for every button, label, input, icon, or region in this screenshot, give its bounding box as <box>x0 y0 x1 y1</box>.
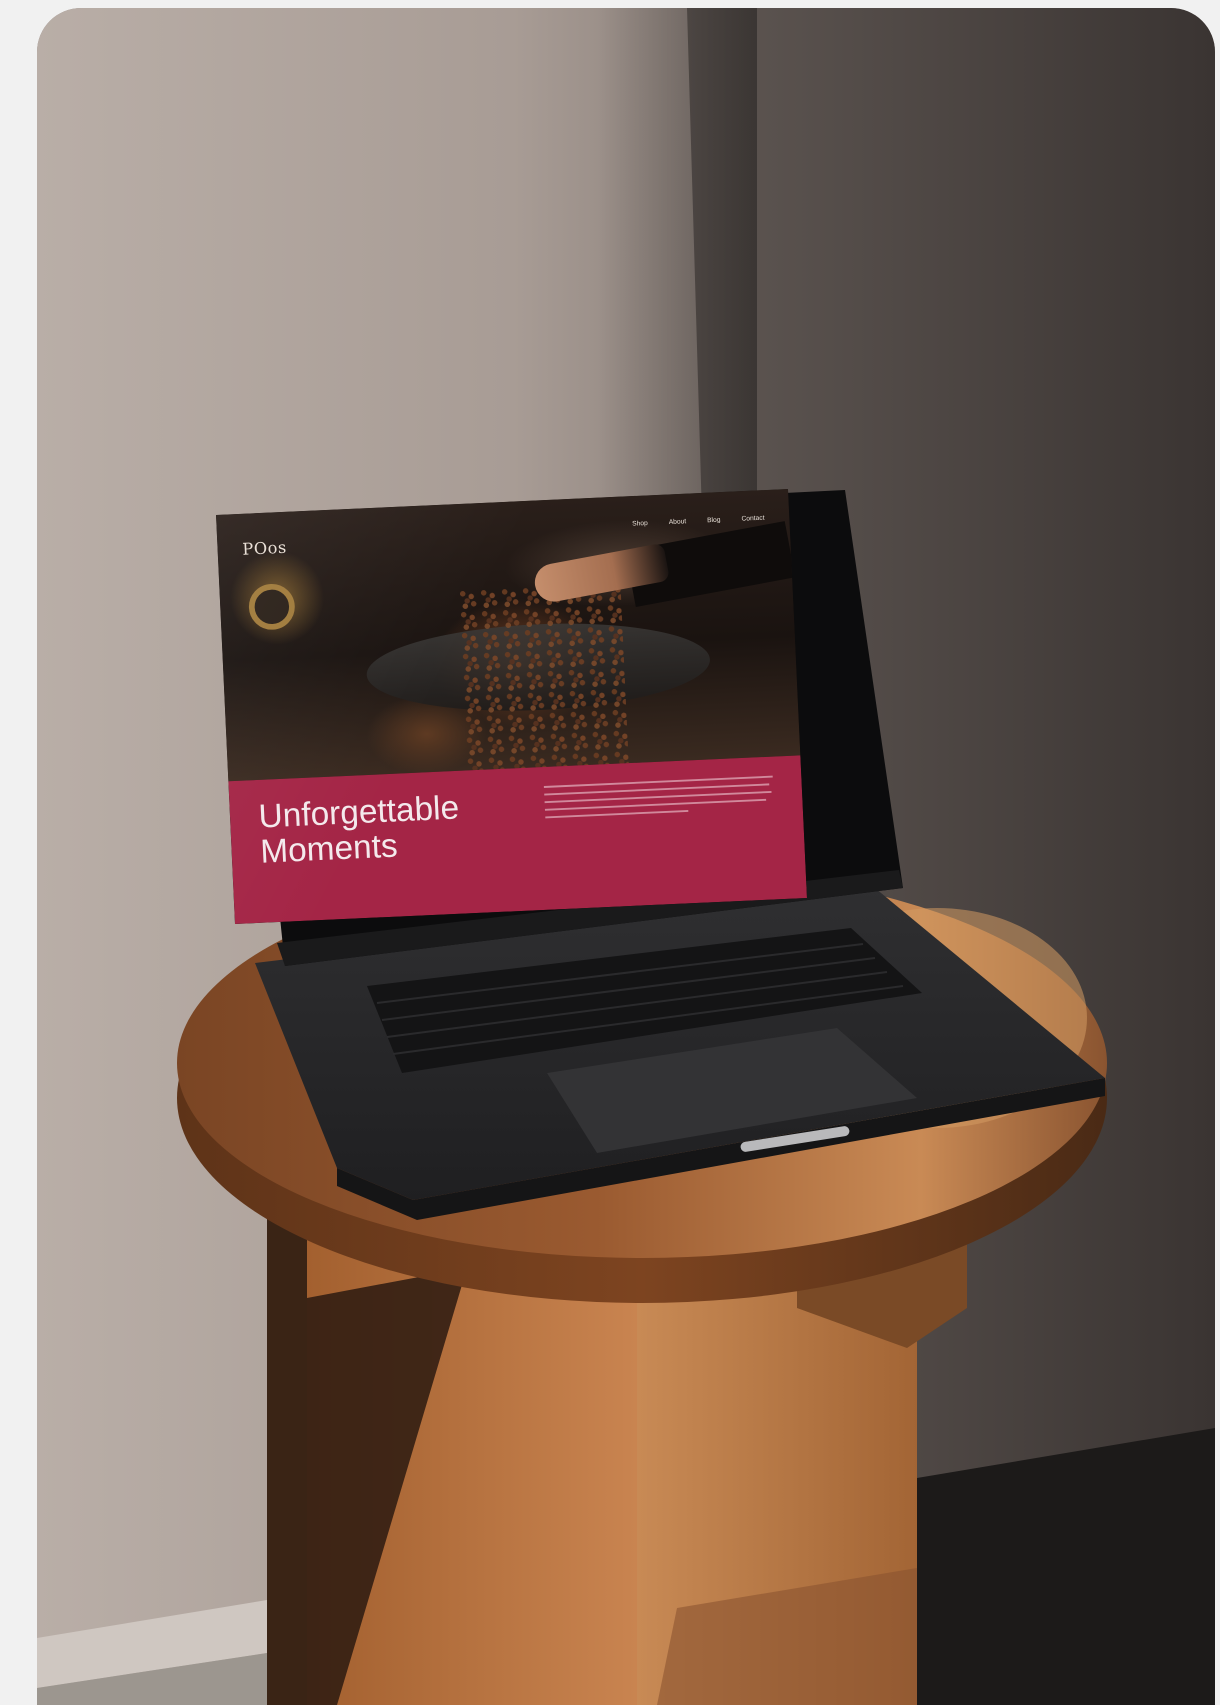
nav-item-shop[interactable]: Shop <box>632 520 648 527</box>
laptop-screen: POos Shop About Blog Contact Unforgettab… <box>216 489 807 924</box>
coffee-roaster-photo <box>216 489 801 782</box>
coffee-beans <box>458 582 629 771</box>
nav-item-contact[interactable]: Contact <box>741 515 764 523</box>
hero-headline: Unforgettable Moments <box>258 786 538 870</box>
photo-card: POos Shop About Blog Contact Unforgettab… <box>37 8 1215 1705</box>
nav-item-about[interactable]: About <box>669 518 687 525</box>
paragraph-line <box>545 809 689 819</box>
roaster-gauge <box>247 582 296 631</box>
site-logo[interactable]: POos <box>242 538 287 559</box>
nav-item-blog[interactable]: Blog <box>707 517 721 524</box>
